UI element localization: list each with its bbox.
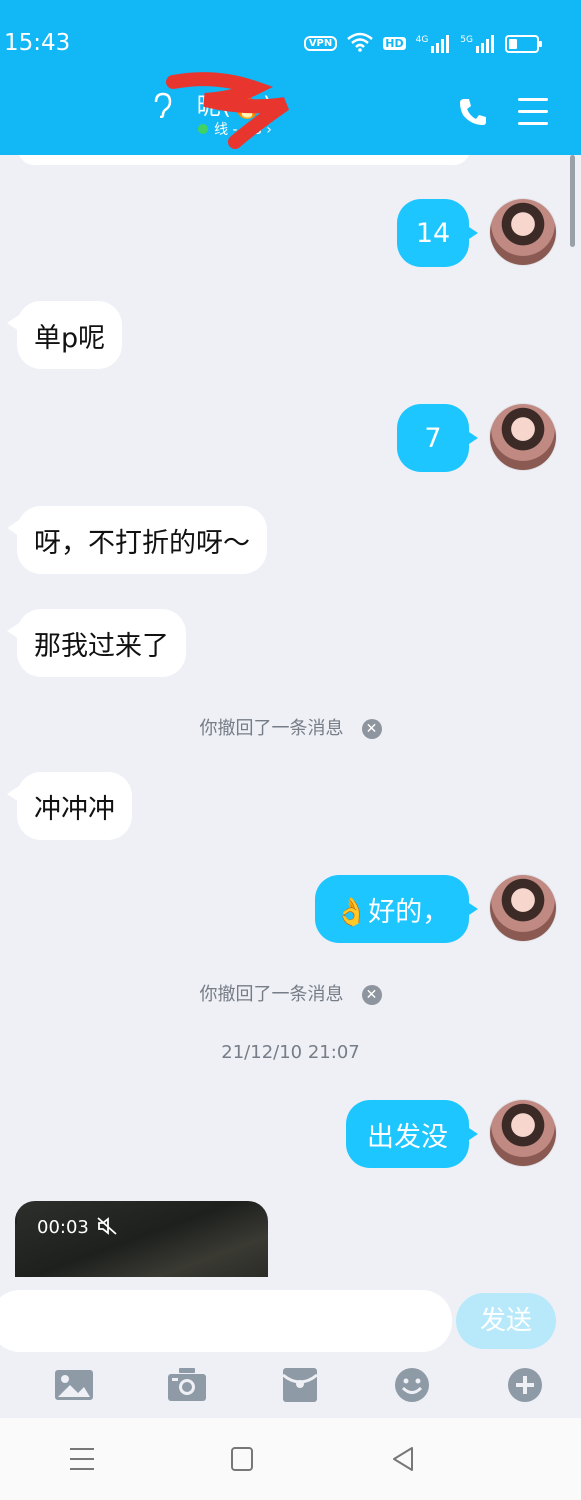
message-text: 出发没 <box>367 1121 448 1153</box>
message-text: 7 <box>424 422 442 454</box>
mute-icon <box>97 1217 117 1239</box>
message-timestamp: 21/12/10 21:07 <box>221 1042 360 1063</box>
avatar[interactable] <box>490 404 556 470</box>
recall-text: 你撤回了一条消息 <box>199 984 344 1005</box>
message-bubble-outgoing[interactable]: 出发没 <box>346 1100 478 1168</box>
phone-icon[interactable] <box>457 96 489 128</box>
status-icons: VPN HD 4G 5G <box>303 32 542 55</box>
message-text: 单p呢 <box>34 322 106 354</box>
chat-toolbar <box>0 1352 581 1418</box>
chat-title-area[interactable]: 昵(🔥) 线 - 4G › <box>150 86 320 141</box>
status-bar: 15:43 VPN HD 4G 5G <box>0 0 581 88</box>
message-input[interactable] <box>0 1290 452 1352</box>
send-button[interactable]: 发送 <box>456 1293 556 1349</box>
message-bubble-incoming[interactable]: 冲冲冲 <box>7 772 132 840</box>
home-icon[interactable] <box>222 1444 262 1474</box>
message-bubble-incoming[interactable]: 单p呢 <box>6 301 123 369</box>
message-bubble-incoming[interactable]: 那我过来了 <box>7 609 186 677</box>
message-text: 冲冲冲 <box>34 793 115 825</box>
status-time: 15:43 <box>4 30 71 56</box>
message-bubble-incoming[interactable]: 呀，不打折的呀～ <box>7 506 267 574</box>
avatar[interactable] <box>490 199 556 265</box>
online-status-text: 线 - 4G › <box>214 122 272 138</box>
message-text: 👌好的， <box>334 896 450 928</box>
system-navigation-bar <box>0 1418 581 1500</box>
emoji-icon[interactable] <box>392 1367 432 1403</box>
red-packet-icon[interactable] <box>280 1367 320 1403</box>
back-icon[interactable] <box>384 1444 424 1474</box>
online-status: 线 - 4G › <box>150 119 320 139</box>
recents-menu-icon[interactable] <box>62 1444 102 1474</box>
signal-5g-icon: 5G <box>460 34 495 53</box>
avatar[interactable] <box>490 875 556 941</box>
message-text: 14 <box>415 217 451 249</box>
partial-message-bubble <box>18 155 470 165</box>
message-text: 呀，不打折的呀～ <box>34 527 250 559</box>
message-bubble-outgoing[interactable]: 👌好的， <box>315 875 478 943</box>
battery-icon <box>505 34 542 53</box>
input-bar: 发送 <box>0 1277 581 1352</box>
message-list[interactable]: 14 单p呢 7 呀，不打折的呀～ 那我过来了 你撤回了一条消息 ✕ 冲冲冲 👌好… <box>0 155 581 1277</box>
camera-icon[interactable] <box>167 1367 207 1403</box>
signal-4g-icon: 4G <box>416 34 451 53</box>
message-bubble-outgoing[interactable]: 14 <box>397 199 478 267</box>
menu-icon[interactable] <box>518 98 548 126</box>
recall-text: 你撤回了一条消息 <box>199 718 344 739</box>
video-message[interactable]: 00:03 <box>15 1201 268 1277</box>
image-icon[interactable] <box>54 1367 94 1403</box>
contact-name: 昵(🔥) <box>196 92 274 120</box>
avatar[interactable] <box>490 1100 556 1166</box>
online-dot-icon <box>198 124 209 134</box>
wifi-icon <box>347 32 374 55</box>
recall-notice: 你撤回了一条消息 ✕ <box>0 714 581 740</box>
message-bubble-outgoing[interactable]: 7 <box>397 404 478 472</box>
vpn-icon: VPN <box>303 36 338 51</box>
recall-notice: 你撤回了一条消息 ✕ <box>0 980 581 1006</box>
message-text: 那我过来了 <box>34 630 169 662</box>
scrollbar[interactable] <box>570 155 575 247</box>
plus-icon[interactable] <box>505 1367 545 1403</box>
video-duration: 00:03 <box>37 1217 89 1238</box>
chat-header: 15:43 VPN HD 4G 5G 昵(🔥) 线 - 4G › <box>0 0 581 155</box>
close-icon[interactable]: ✕ <box>361 719 382 739</box>
hd-icon: HD <box>383 37 406 50</box>
close-icon[interactable]: ✕ <box>361 985 382 1005</box>
